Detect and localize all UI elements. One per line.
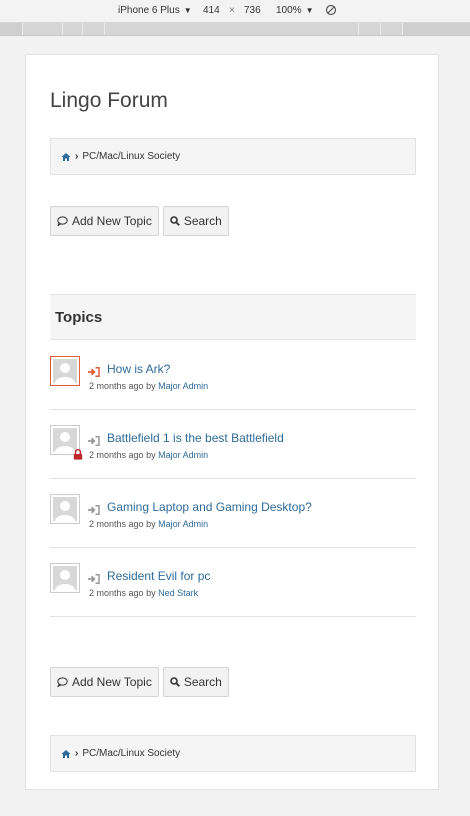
device-select[interactable]: iPhone 6 Plus ▼ — [118, 5, 192, 16]
topic-author-link[interactable]: Ned Stark — [158, 588, 198, 598]
sign-in-icon — [88, 571, 100, 589]
topics-heading: Topics — [55, 308, 103, 326]
viewport-width[interactable]: 414 — [203, 5, 220, 16]
avatar — [50, 356, 80, 386]
breadcrumb: › PC/Mac/Linux Society — [50, 138, 416, 175]
ruler-band — [0, 23, 22, 35]
device-toolbar: iPhone 6 Plus ▼ 414 × 736 100% ▼ — [0, 0, 470, 23]
topic-row[interactable]: Gaming Laptop and Gaming Desktop? 2 mont… — [50, 479, 416, 548]
rotate-disabled-icon[interactable] — [325, 4, 337, 19]
topic-title-link[interactable]: How is Ark? — [107, 362, 170, 376]
topic-by: by — [146, 381, 156, 391]
comment-icon — [57, 677, 68, 687]
search-icon — [170, 677, 180, 687]
avatar — [50, 494, 80, 524]
avatar — [50, 563, 80, 593]
topic-author-link[interactable]: Major Admin — [158, 381, 208, 391]
sign-in-icon — [88, 502, 100, 520]
topic-by: by — [146, 588, 156, 598]
ruler-tick — [104, 23, 105, 35]
add-new-topic-button[interactable]: Add New Topic — [50, 206, 159, 236]
topic-title-link[interactable]: Resident Evil for pc — [107, 569, 210, 583]
user-silhouette-icon — [53, 359, 77, 383]
topic-meta: 2 months ago by Major Admin — [89, 450, 208, 460]
topic-time: 2 months ago — [89, 588, 144, 598]
search-label: Search — [183, 214, 222, 228]
page-card: Lingo Forum › PC/Mac/Linux Society Add N… — [25, 54, 439, 790]
home-icon[interactable] — [61, 152, 71, 162]
topic-list: How is Ark? 2 months ago by Major Admin … — [50, 341, 416, 617]
topic-meta: 2 months ago by Ned Stark — [89, 588, 198, 598]
topic-time: 2 months ago — [89, 381, 144, 391]
topic-time: 2 months ago — [89, 450, 144, 460]
user-silhouette-icon — [53, 566, 77, 590]
topic-meta: 2 months ago by Major Admin — [89, 381, 208, 391]
topic-row[interactable]: Resident Evil for pc 2 months ago by Ned… — [50, 548, 416, 617]
zoom-select[interactable]: 100% ▼ — [276, 5, 314, 16]
search-label: Search — [183, 675, 222, 689]
search-button[interactable]: Search — [162, 667, 229, 697]
topic-row[interactable]: How is Ark? 2 months ago by Major Admin — [50, 341, 416, 410]
page-title: Lingo Forum — [50, 89, 168, 112]
caret-down-icon: ▼ — [183, 6, 192, 15]
topic-row[interactable]: Battlefield 1 is the best Battlefield 2 … — [50, 410, 416, 479]
zoom-value: 100% — [276, 5, 302, 16]
sign-in-icon — [88, 364, 100, 382]
ruler-band — [403, 23, 470, 35]
home-icon[interactable] — [61, 749, 71, 759]
top-actions: Add New Topic Search — [50, 206, 416, 236]
ruler-tick — [82, 23, 83, 35]
chevron-right-icon: › — [75, 151, 79, 162]
ruler-tick — [358, 23, 359, 35]
sign-in-icon — [88, 433, 100, 451]
media-query-ruler[interactable] — [0, 23, 470, 36]
lock-icon — [73, 447, 83, 465]
topic-meta: 2 months ago by Major Admin — [89, 519, 208, 529]
topic-author-link[interactable]: Major Admin — [158, 519, 208, 529]
viewport-height[interactable]: 736 — [244, 5, 261, 16]
topic-title-link[interactable]: Gaming Laptop and Gaming Desktop? — [107, 500, 312, 514]
topic-title-link[interactable]: Battlefield 1 is the best Battlefield — [107, 431, 284, 445]
breadcrumb: › PC/Mac/Linux Society — [50, 735, 416, 772]
add-new-topic-label: Add New Topic — [72, 214, 152, 228]
bottom-actions: Add New Topic Search — [50, 667, 416, 697]
topic-by: by — [146, 519, 156, 529]
breadcrumb-category[interactable]: PC/Mac/Linux Society — [82, 748, 180, 759]
add-new-topic-label: Add New Topic — [72, 675, 152, 689]
topic-by: by — [146, 450, 156, 460]
topics-header: Topics — [50, 294, 416, 340]
breadcrumb-category[interactable]: PC/Mac/Linux Society — [82, 151, 180, 162]
user-silhouette-icon — [53, 497, 77, 521]
topic-time: 2 months ago — [89, 519, 144, 529]
ruler-tick — [62, 23, 63, 35]
comment-icon — [57, 216, 68, 226]
search-icon — [170, 216, 180, 226]
chevron-right-icon: › — [75, 748, 79, 759]
search-button[interactable]: Search — [162, 206, 229, 236]
device-name: iPhone 6 Plus — [118, 5, 180, 16]
caret-down-icon: ▼ — [305, 6, 314, 15]
ruler-tick — [380, 23, 381, 35]
add-new-topic-button[interactable]: Add New Topic — [50, 667, 159, 697]
topic-author-link[interactable]: Major Admin — [158, 450, 208, 460]
ruler-tick — [22, 23, 23, 35]
dimension-separator: × — [229, 5, 235, 16]
